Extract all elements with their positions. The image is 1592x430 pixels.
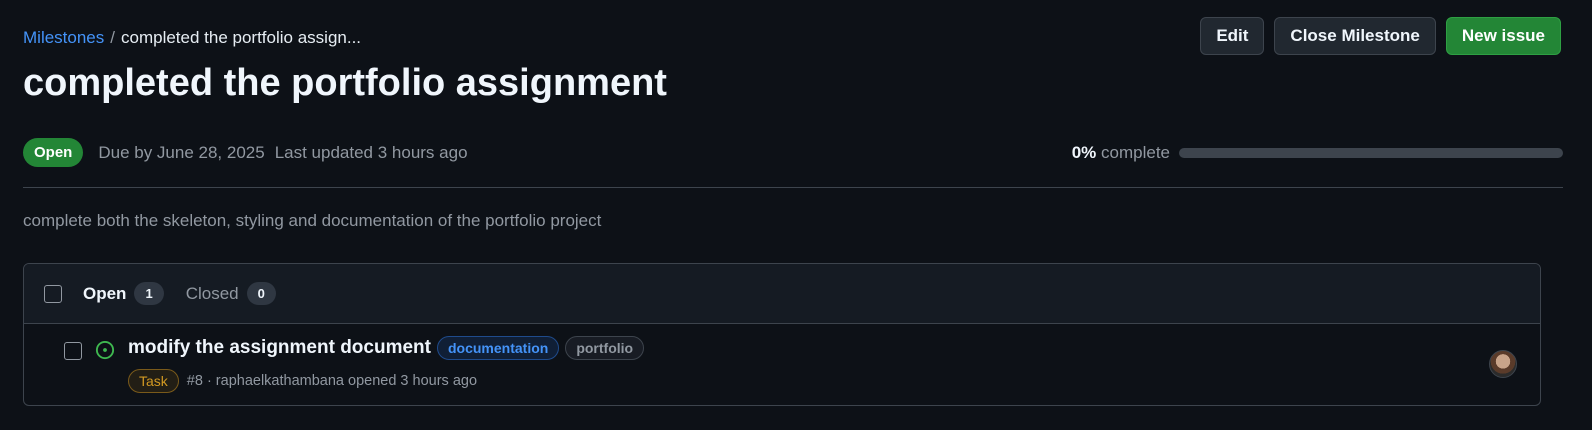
issues-list: Open 1 Closed 0 modify the assignment do… [23,263,1541,406]
closed-label: Closed [185,283,239,303]
open-count: 1 [134,282,164,305]
edit-button[interactable]: Edit [1200,17,1265,55]
issues-list-header: Open 1 Closed 0 [24,264,1540,324]
close-milestone-button[interactable]: Close Milestone [1274,17,1436,55]
label-portfolio[interactable]: portfolio [565,336,645,360]
issue-meta: #8 · raphaelkathambana opened 3 hours ag… [186,373,478,389]
issue-open-icon [95,340,115,360]
new-issue-button[interactable]: New issue [1445,17,1561,55]
divider [23,187,1563,188]
milestone-progress: 0% complete [1072,143,1563,163]
breadcrumb: Milestones / completed the portfolio ass… [23,28,361,48]
avatar[interactable] [1489,350,1517,378]
progress-suffix: complete [1101,143,1170,162]
issue-title-line: modify the assignment document documenta… [128,336,645,360]
breadcrumb-separator: / [110,28,115,47]
milestone-description: complete both the skeleton, styling and … [23,211,602,230]
milestone-meta: Open Due by June 28, 2025 Last updated 3… [23,138,468,167]
closed-count: 0 [246,282,276,305]
open-issues-filter[interactable]: Open 1 [83,282,164,305]
issue-title-link[interactable]: modify the assignment document [128,337,431,359]
milestone-page: Milestones / completed the portfolio ass… [23,0,1563,430]
progress-bar [1179,148,1563,158]
issue-meta-line: Task #8 · raphaelkathambana opened 3 hou… [128,369,477,393]
list-item: modify the assignment document documenta… [24,324,1540,405]
progress-text: 0% complete [1072,143,1170,163]
progress-percent: 0% [1071,143,1097,162]
label-documentation[interactable]: documentation [436,336,560,360]
milestone-actions: Edit Close Milestone New issue [1200,17,1561,55]
issue-checkbox[interactable] [64,342,82,360]
page-title: completed the portfolio assignment [23,62,667,104]
milestone-dates: Due by June 28, 2025 Last updated 3 hour… [98,143,467,163]
breadcrumb-milestones-link[interactable]: Milestones [23,28,104,48]
last-updated: Last updated 3 hours ago [274,142,468,162]
open-label: Open [83,283,127,303]
select-all-checkbox[interactable] [44,284,62,303]
closed-issues-filter[interactable]: Closed 0 [186,282,276,305]
status-badge: Open [23,138,84,167]
breadcrumb-current: completed the portfolio assign... [121,28,362,47]
due-date: Due by June 28, 2025 [98,142,265,162]
issue-type-badge: Task [128,369,179,393]
